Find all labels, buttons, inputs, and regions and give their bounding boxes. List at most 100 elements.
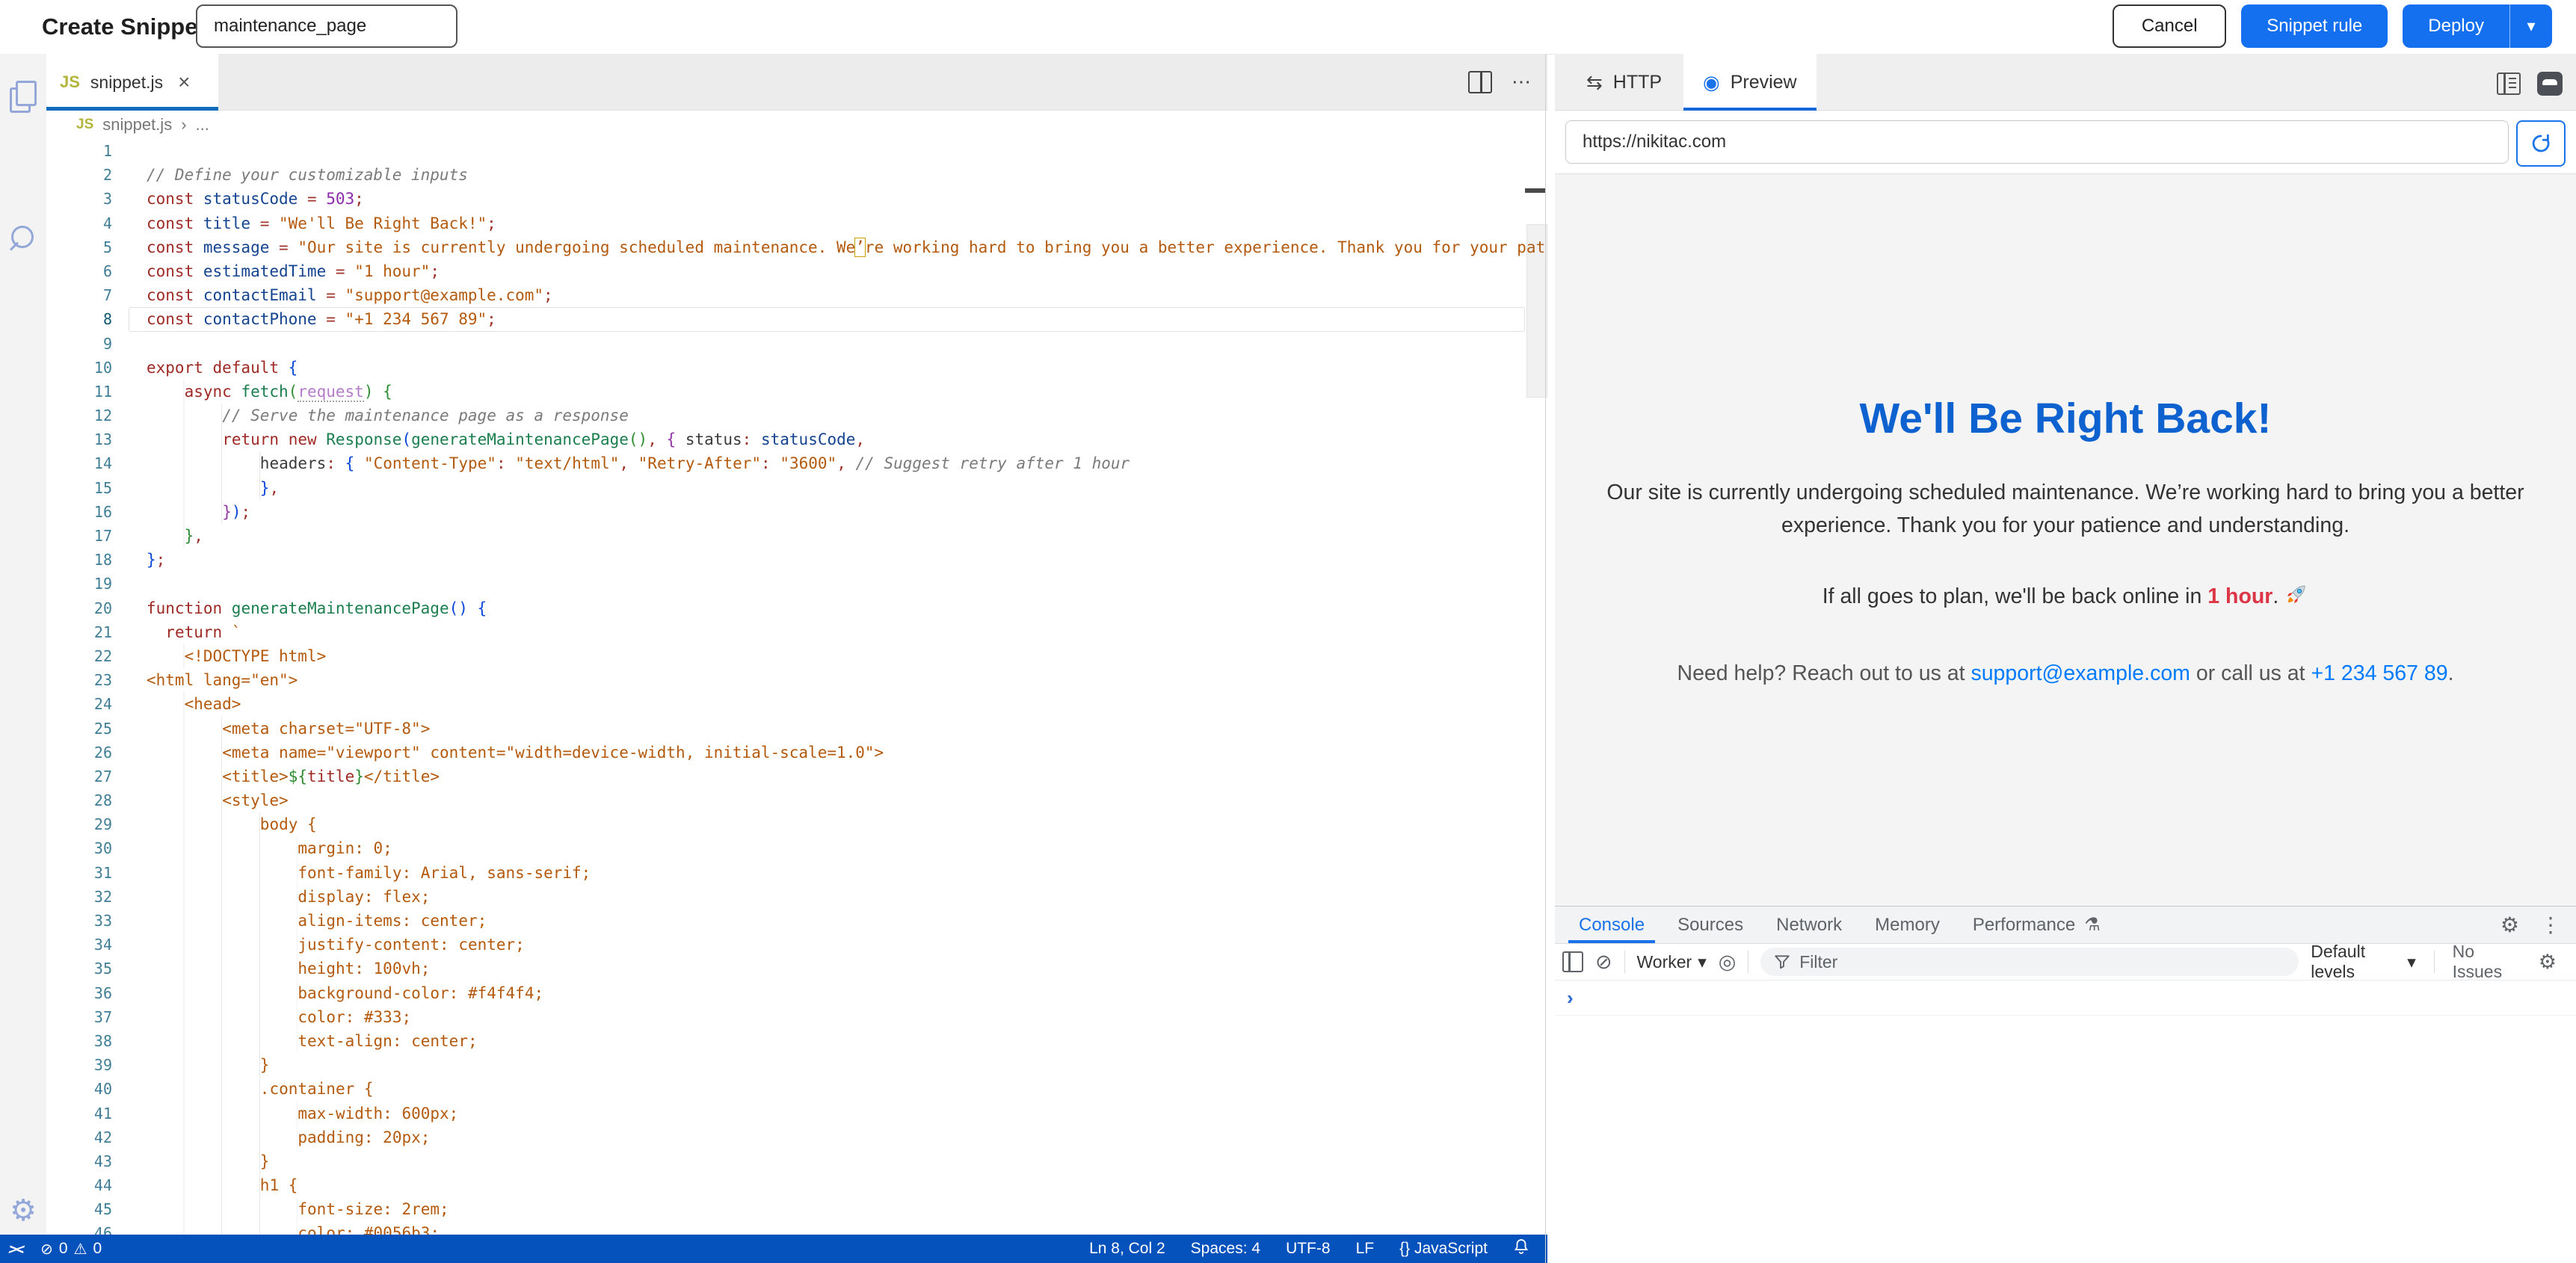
code-line[interactable]: 17}, [46,524,1547,548]
code-line[interactable]: 29body { [46,812,1547,836]
line-number[interactable]: 40 [46,1077,112,1101]
line-number[interactable]: 32 [46,885,112,909]
cursor-position[interactable]: Ln 8, Col 2 [1089,1240,1165,1258]
notifications-bell-icon[interactable] [1513,1238,1529,1260]
code-line[interactable]: 11async fetch(request) { [46,380,1547,404]
line-number[interactable]: 7 [46,283,112,307]
line-number[interactable]: 31 [46,861,112,885]
clear-console-icon[interactable]: ⊘ [1595,951,1612,974]
code-line[interactable]: 18}; [46,548,1547,572]
code-line[interactable]: 8const contactPhone = "+1 234 567 89"; [46,307,1547,331]
line-number[interactable]: 44 [46,1173,112,1197]
live-expression-eye-icon[interactable]: ◎ [1719,951,1737,974]
code-line[interactable]: 36background-color: #f4f4f4; [46,981,1547,1005]
code-line[interactable]: 16}); [46,500,1547,524]
code-line[interactable]: 4const title = "We'll Be Right Back!"; [46,211,1547,235]
code-line[interactable]: 15}, [46,476,1547,500]
log-levels-selector[interactable]: Default levels ▾ [2311,942,2416,982]
line-number[interactable]: 12 [46,404,112,427]
line-number[interactable]: 10 [46,356,112,380]
code-line[interactable]: 28<style> [46,788,1547,812]
line-number[interactable]: 6 [46,259,112,283]
code-line[interactable]: 12// Serve the maintenance page as a res… [46,404,1547,427]
settings-gear-icon[interactable]: ⚙ [8,1196,38,1226]
devtools-kebab-menu-icon[interactable]: ⋮ [2540,912,2561,937]
code-line[interactable]: 37color: #333; [46,1005,1547,1029]
code-line[interactable]: 2// Define your customizable inputs [46,163,1547,187]
console-sidebar-icon[interactable] [1562,951,1583,972]
snippet-rule-button[interactable]: Snippet rule [2241,4,2388,48]
line-number[interactable]: 30 [46,836,112,860]
line-number[interactable]: 25 [46,717,112,741]
more-actions-icon[interactable]: ⋯ [1512,70,1532,93]
code-line[interactable]: 19 [46,572,1547,596]
breadcrumb-file[interactable]: snippet.js [102,115,172,135]
code-line[interactable]: 14headers: { "Content-Type": "text/html"… [46,451,1547,475]
code-line[interactable]: 41max-width: 600px; [46,1102,1547,1125]
phone-link[interactable]: +1 234 567 89 [2311,661,2448,685]
code-line[interactable]: 31font-family: Arial, sans-serif; [46,861,1547,885]
line-number[interactable]: 35 [46,957,112,981]
line-number[interactable]: 34 [46,933,112,957]
console-filter-input[interactable]: Filter [1760,948,2299,976]
code-line[interactable]: 6const estimatedTime = "1 hour"; [46,259,1547,283]
breadcrumb-more[interactable]: ... [196,115,209,135]
deploy-button[interactable]: Deploy [2403,16,2509,37]
code-line[interactable]: 35height: 100vh; [46,957,1547,981]
line-number[interactable]: 43 [46,1149,112,1173]
line-number[interactable]: 46 [46,1221,112,1235]
line-number[interactable]: 19 [46,572,112,596]
line-number[interactable]: 28 [46,788,112,812]
line-number[interactable]: 3 [46,187,112,211]
line-number[interactable]: 26 [46,741,112,765]
line-number[interactable]: 4 [46,211,112,235]
code-line[interactable]: 44h1 { [46,1173,1547,1197]
breadcrumb[interactable]: JS snippet.js › ... [46,111,1547,139]
line-number[interactable]: 37 [46,1005,112,1029]
snippet-name-input[interactable] [196,4,457,48]
problems-indicator[interactable]: ⊘ 0 ⚠ 0 [31,1235,111,1263]
code-line[interactable]: 23<html lang="en"> [46,668,1547,692]
code-line[interactable]: 1 [46,139,1547,163]
search-icon[interactable] [8,224,38,254]
devtools-tab-network[interactable]: Network [1760,907,1858,943]
code-line[interactable]: 9 [46,332,1547,356]
code-line[interactable]: 21return ` [46,620,1547,644]
context-selector[interactable]: Worker ▾ [1636,952,1706,972]
line-number[interactable]: 16 [46,500,112,524]
code-line[interactable]: 46color: #0056b3; [46,1221,1547,1235]
code-line[interactable]: 7const contactEmail = "support@example.c… [46,283,1547,307]
line-number[interactable]: 15 [46,476,112,500]
devtools-tab-console[interactable]: Console [1562,907,1661,943]
pane-divider[interactable] [1545,54,1546,1263]
code-line[interactable]: 24<head> [46,692,1547,716]
line-number[interactable]: 36 [46,981,112,1005]
line-number[interactable]: 21 [46,620,112,644]
tab-snippet-js[interactable]: JS snippet.js × [46,54,218,111]
line-number[interactable]: 18 [46,548,112,572]
line-number[interactable]: 33 [46,909,112,933]
code-line[interactable]: 13return new Response(generateMaintenanc… [46,427,1547,451]
console-prompt[interactable]: › [1555,981,2576,1016]
code-line[interactable]: 27<title>${title}</title> [46,765,1547,788]
code-line[interactable]: 40.container { [46,1077,1547,1101]
line-number[interactable]: 39 [46,1053,112,1077]
eol[interactable]: LF [1356,1240,1375,1258]
code-line[interactable]: 26<meta name="viewport" content="width=d… [46,741,1547,765]
code-line[interactable]: 33align-items: center; [46,909,1547,933]
code-line[interactable]: 38text-align: center; [46,1029,1547,1053]
devtools-tab-memory[interactable]: Memory [1858,907,1956,943]
deploy-dropdown-button[interactable]: ▾ [2510,16,2552,36]
language-mode[interactable]: {} JavaScript [1399,1240,1488,1258]
close-tab-icon[interactable]: × [178,70,190,94]
line-number[interactable]: 20 [46,596,112,620]
line-number[interactable]: 24 [46,692,112,716]
refresh-button[interactable] [2516,120,2566,167]
line-number[interactable]: 11 [46,380,112,404]
console-settings-gear-icon[interactable]: ⚙ [2539,951,2557,974]
code-line[interactable]: 5const message = "Our site is currently … [46,235,1547,259]
code-line[interactable]: 42padding: 20px; [46,1125,1547,1149]
line-number[interactable]: 42 [46,1125,112,1149]
code-line[interactable]: 22<!DOCTYPE html> [46,644,1547,668]
devtools-tab-sources[interactable]: Sources [1661,907,1760,943]
